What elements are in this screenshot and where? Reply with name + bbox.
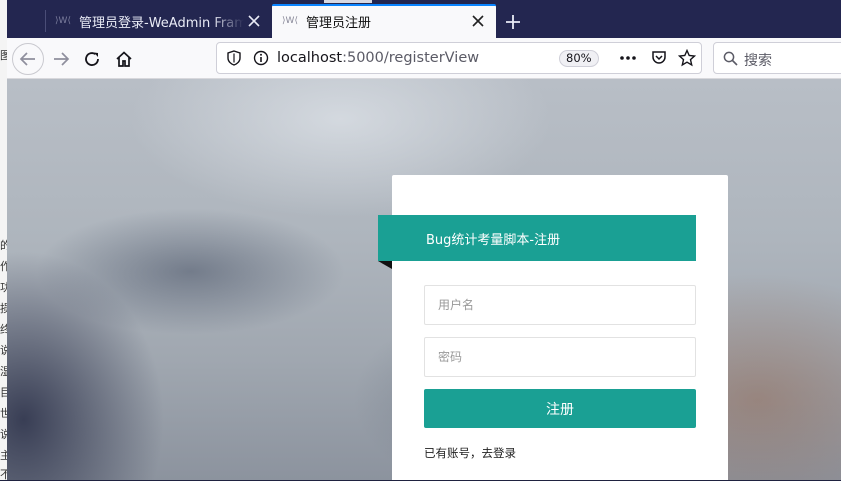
search-input[interactable]: 搜索 [713,42,841,74]
back-button[interactable] [12,43,44,75]
username-placeholder: 用户名 [438,298,475,312]
bookmark-star-icon[interactable] [677,48,697,71]
plus-icon [506,15,520,29]
new-tab-button[interactable] [501,10,525,34]
home-button[interactable] [110,45,138,73]
go-to-login-link[interactable]: 已有账号，去登录 [424,445,516,461]
password-placeholder: 密码 [438,350,463,364]
tab-separator [45,10,46,32]
arrow-left-icon [19,52,35,66]
more-actions-icon[interactable] [619,50,637,70]
url-host: localhost [277,50,343,66]
address-bar[interactable]: localhost:5000/registerView 80% [216,42,702,74]
register-button-label: 注册 [546,401,574,418]
forward-button[interactable] [47,45,75,73]
weadmin-favicon-icon: ⟩W⟨ [282,16,298,26]
background-window-strip: 图 的 作 功 损 终 说 湿 目 世 说 主 不 [0,0,11,481]
weadmin-favicon-icon: ⟩W⟨ [55,16,71,26]
close-icon[interactable] [244,11,264,31]
tab-admin-register[interactable]: ⟩W⟨ 管理员注册 [272,4,496,38]
close-icon[interactable] [468,11,488,31]
reload-button[interactable] [78,45,106,73]
page-content: Bug统计考量脚本-注册 用户名 密码 注册 已有账号，去登录 [7,79,841,480]
active-tab-indicator [272,4,496,6]
pocket-icon[interactable] [651,50,667,70]
register-title: Bug统计考量脚本-注册 [426,232,561,248]
search-icon [723,51,738,70]
url-path: :5000/registerView [342,50,480,66]
username-input[interactable]: 用户名 [424,285,696,325]
search-placeholder: 搜索 [744,53,772,69]
register-button[interactable]: 注册 [424,389,696,428]
tab-admin-login[interactable]: ⟩W⟨ 管理员登录-WeAdmin Frame [45,4,272,38]
tab-bar-highlight [324,0,372,3]
tab-title: 管理员注册 [306,15,372,31]
home-icon [116,51,132,67]
navigation-bar: localhost:5000/registerView 80% 搜索 [7,38,841,79]
register-title-ribbon: Bug统计考量脚本-注册 [378,215,696,261]
reload-icon [85,52,99,66]
zoom-level-badge[interactable]: 80% [559,50,599,67]
info-icon[interactable] [253,50,269,70]
shield-icon[interactable] [227,50,241,70]
ribbon-fold [378,261,392,269]
url-text: localhost:5000/registerView [277,50,479,66]
password-input[interactable]: 密码 [424,337,696,377]
tab-title: 管理员登录-WeAdmin Frame [79,15,244,31]
arrow-right-icon [54,52,70,66]
tab-bar: ⟩W⟨ 管理员登录-WeAdmin Frame ⟩W⟨ 管理员注册 [7,0,841,38]
